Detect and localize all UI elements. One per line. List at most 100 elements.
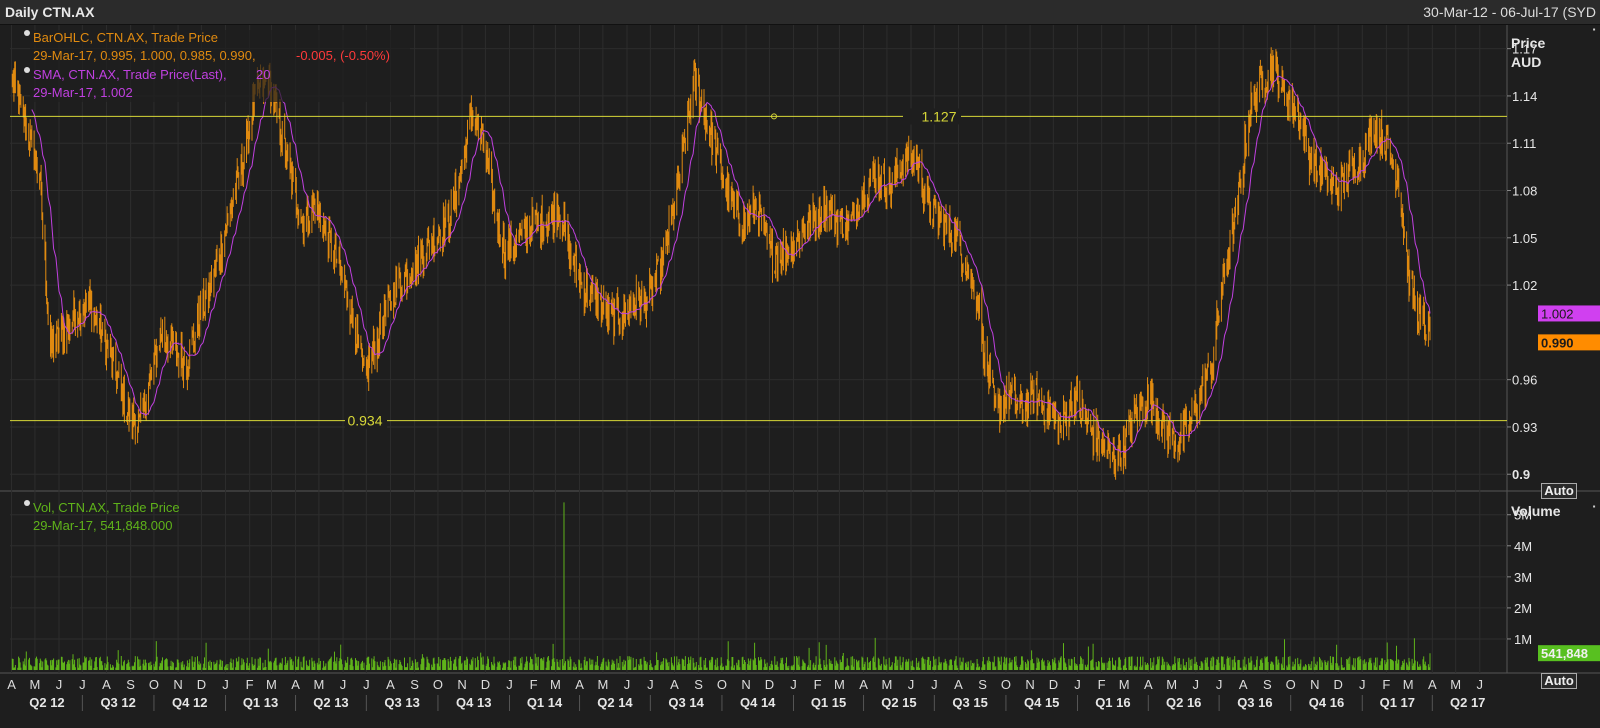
x-tick-label: S (978, 677, 987, 692)
x-tick-label: M (881, 677, 892, 692)
x-tick-label: A (1144, 677, 1153, 692)
x-tick-label: D (197, 677, 206, 692)
x-tick-label: A (386, 677, 395, 692)
x-tick-label: O (433, 677, 443, 692)
x-tick-label: J (931, 677, 938, 692)
x-tick-label: J (908, 677, 915, 692)
x-tick-label: M (29, 677, 40, 692)
x-tick-label: N (457, 677, 466, 692)
x-tick-label: A (291, 677, 300, 692)
x-tick-label: A (1428, 677, 1437, 692)
x-quarter-label: Q4 15 (1024, 695, 1059, 710)
volume-tick-label: 3M (1514, 570, 1532, 585)
x-quarter-label: Q2 16 (1166, 695, 1201, 710)
x-tick-label: M (313, 677, 324, 692)
x-tick-label: D (1049, 677, 1058, 692)
x-quarter-label: Q2 13 (313, 695, 348, 710)
x-tick-label: J (1074, 677, 1081, 692)
volume-tick-label: 1M (1514, 632, 1532, 647)
x-tick-label: S (410, 677, 419, 692)
x-quarter-label: Q1 15 (811, 695, 846, 710)
x-quarter-label: Q1 17 (1380, 695, 1415, 710)
x-tick-label: M (550, 677, 561, 692)
x-tick-label: J (647, 677, 654, 692)
x-tick-label: M (266, 677, 277, 692)
chart-background (0, 25, 1600, 728)
x-tick-label: J (624, 677, 631, 692)
volume-tick-label: 2M (1514, 601, 1532, 616)
x-quarter-label: Q4 13 (456, 695, 491, 710)
x-tick-label: D (1333, 677, 1342, 692)
x-quarter-label: Q1 14 (527, 695, 563, 710)
volume-legend-name: Vol, CTN.AX, Trade Price (33, 500, 180, 515)
price-tick-label: 0.93 (1512, 420, 1537, 435)
x-quarter-label: Q2 14 (597, 695, 633, 710)
x-quarter-label: Q4 12 (172, 695, 207, 710)
x-tick-label: J (340, 677, 347, 692)
x-tick-label: F (1382, 677, 1390, 692)
x-tick-label: M (834, 677, 845, 692)
x-tick-label: J (1193, 677, 1200, 692)
x-tick-label: N (1025, 677, 1034, 692)
x-quarter-label: Q3 13 (384, 695, 419, 710)
x-quarter-label: Q3 14 (668, 695, 704, 710)
x-tick-label: J (506, 677, 513, 692)
x-tick-label: A (954, 677, 963, 692)
x-quarter-label: Q4 14 (740, 695, 776, 710)
x-tick-label: A (102, 677, 111, 692)
volume-auto-scale-button[interactable]: Auto (1541, 673, 1577, 689)
price-auto-scale-button[interactable]: Auto (1541, 483, 1577, 499)
x-quarter-label: Q4 16 (1309, 695, 1344, 710)
price-tick-label: 0.9 (1512, 467, 1530, 482)
ohlc-legend-name: BarOHLC, CTN.AX, Trade Price (33, 30, 218, 45)
price-tick-label: 1.02 (1512, 278, 1537, 293)
chart-canvas[interactable]: AMJJASONDJFMAMJJASONDJFMAMJJASONDJFMAMJJ… (0, 0, 1600, 728)
legend-toggle-icon (24, 30, 30, 36)
x-tick-label: J (1216, 677, 1223, 692)
x-tick-label: F (246, 677, 254, 692)
x-tick-label: J (222, 677, 229, 692)
x-tick-label: O (1001, 677, 1011, 692)
x-quarter-label: Q2 15 (881, 695, 916, 710)
x-tick-label: M (1403, 677, 1414, 692)
volume-panel-menu-icon[interactable]: ▪ (1590, 503, 1598, 511)
x-tick-label: J (79, 677, 86, 692)
x-tick-label: M (1450, 677, 1461, 692)
price-tick-label: 1.05 (1512, 231, 1537, 246)
x-tick-label: M (1166, 677, 1177, 692)
resistance-label: 1.127 (921, 108, 956, 124)
x-quarter-label: Q3 12 (100, 695, 135, 710)
x-tick-label: O (1286, 677, 1296, 692)
x-tick-label: A (859, 677, 868, 692)
support-label: 0.934 (347, 413, 382, 429)
x-tick-label: A (670, 677, 679, 692)
price-tick-label: 0.96 (1512, 373, 1537, 388)
x-tick-label: A (7, 677, 16, 692)
x-tick-label: F (1098, 677, 1106, 692)
volume-tag-text: 541,848 (1541, 646, 1588, 661)
x-tick-label: J (56, 677, 63, 692)
x-tick-label: F (814, 677, 822, 692)
price-axis-title: Price (1511, 35, 1545, 51)
sma-price-tag-text: 1.002 (1541, 306, 1574, 321)
price-panel-menu-icon[interactable]: ▪ (1590, 26, 1598, 34)
x-tick-label: S (126, 677, 135, 692)
x-tick-label: N (1310, 677, 1319, 692)
x-tick-label: D (481, 677, 490, 692)
sma-legend-value: 29-Mar-17, 1.002 (33, 85, 133, 100)
x-tick-label: J (363, 677, 370, 692)
x-tick-label: J (790, 677, 797, 692)
x-tick-label: J (1477, 677, 1484, 692)
price-tick-label: 1.11 (1512, 136, 1536, 151)
price-tick-label: 1.08 (1512, 184, 1537, 199)
x-tick-label: N (173, 677, 182, 692)
x-tick-label: M (597, 677, 608, 692)
volume-legend-value: 29-Mar-17, 541,848.000 (33, 518, 172, 533)
x-tick-label: S (694, 677, 703, 692)
ohlc-legend-values: 29-Mar-17, 0.995, 1.000, 0.985, 0.990, (33, 48, 256, 63)
volume-tick-label: 4M (1514, 539, 1532, 554)
volume-axis-title: Volume (1511, 503, 1561, 519)
price-tick-label: 1.14 (1512, 89, 1537, 104)
x-quarter-label: Q1 16 (1095, 695, 1130, 710)
x-tick-label: S (1263, 677, 1272, 692)
